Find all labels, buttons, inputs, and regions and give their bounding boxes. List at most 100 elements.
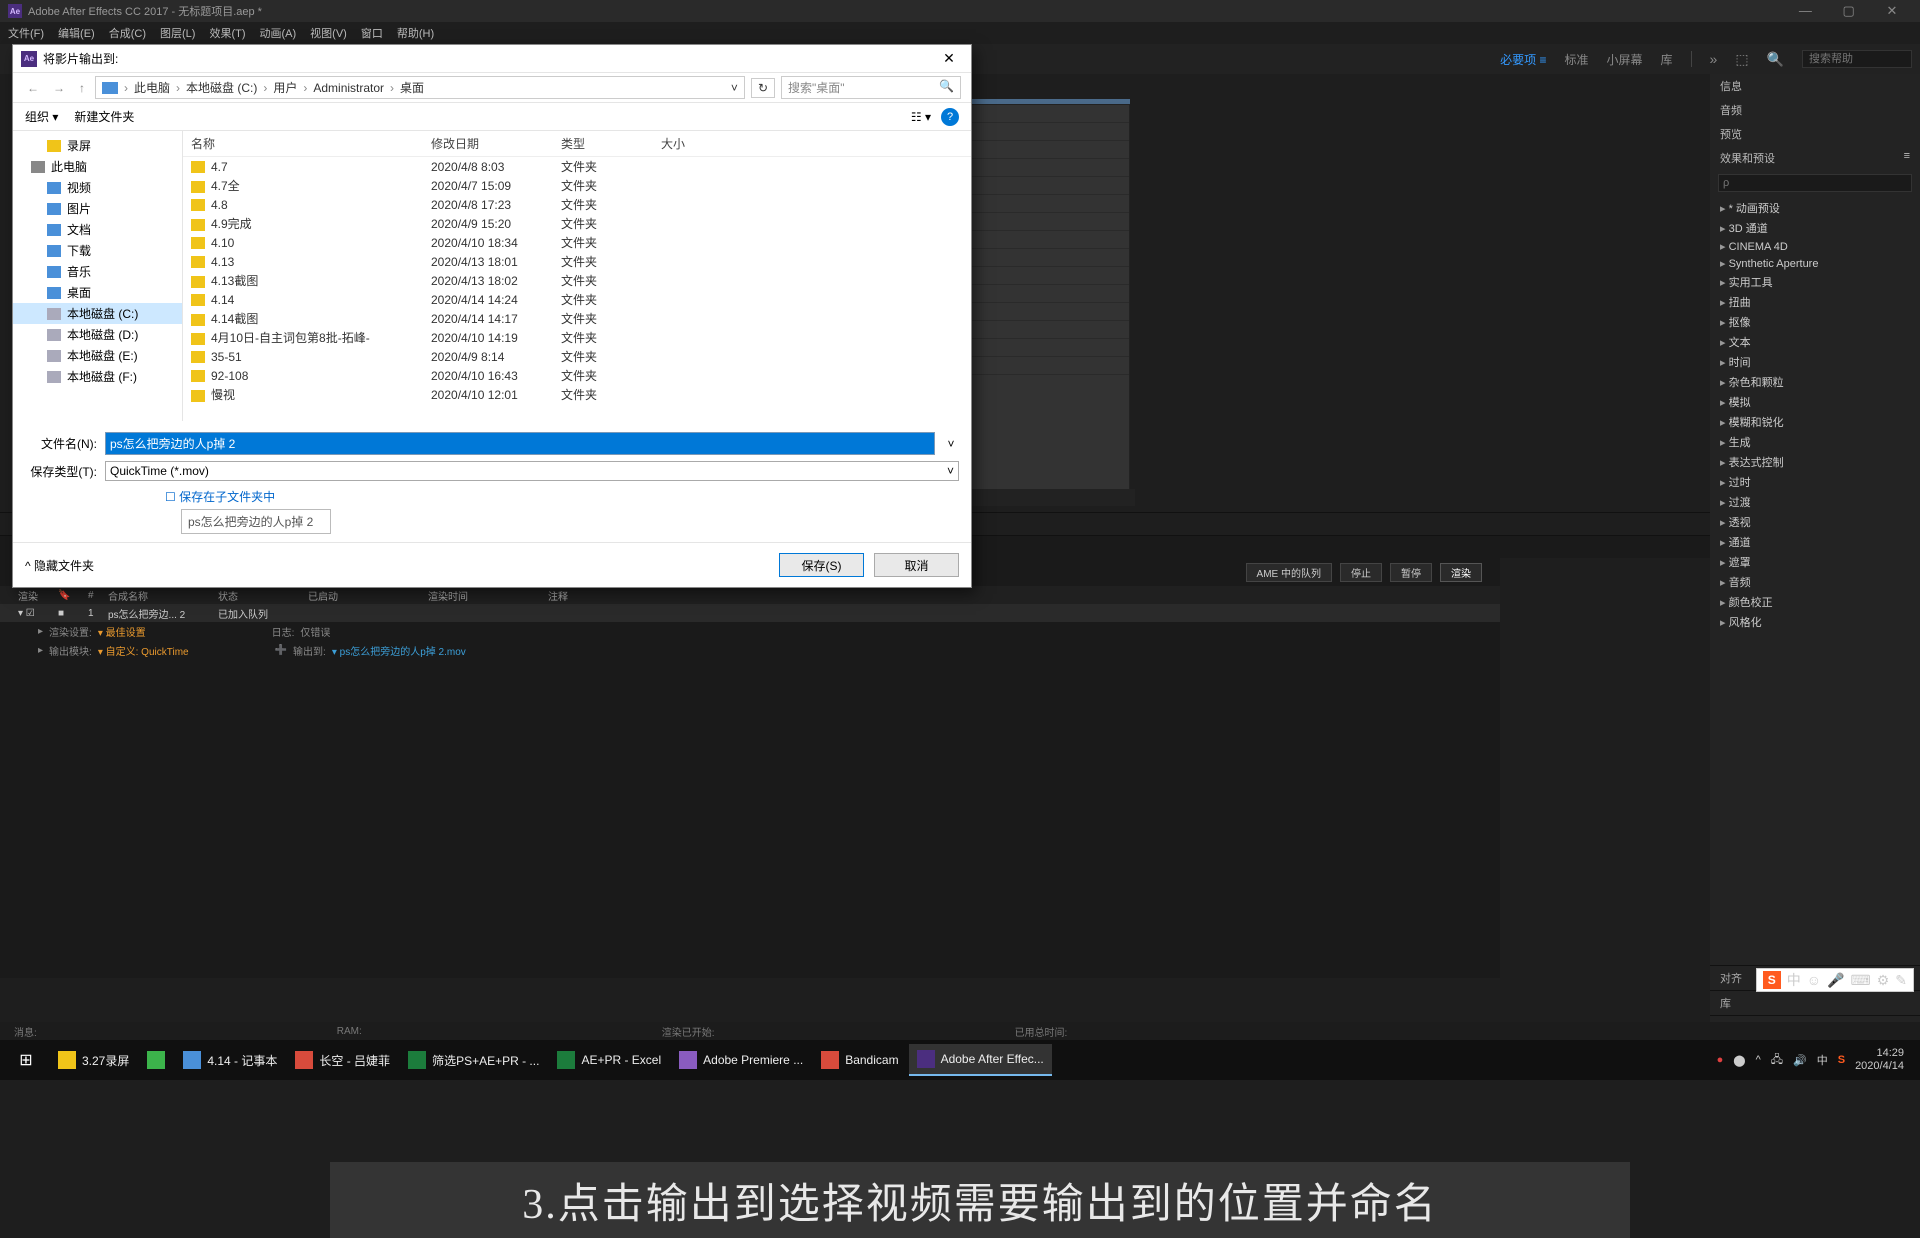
col-size[interactable]: 大小 [653,131,971,157]
workspace-library[interactable]: 库 [1661,51,1673,68]
workspace-standard[interactable]: 标准 [1564,51,1588,68]
ime-logo-icon[interactable]: S [1763,971,1781,989]
menu-composition[interactable]: 合成(C) [109,25,146,41]
maximize-button[interactable]: ▢ [1829,1,1869,21]
tray-vol-icon[interactable]: 🔊 [1793,1054,1807,1067]
sidebar-item[interactable]: 本地磁盘 (D:) [13,324,182,345]
sidebar-item[interactable]: 图片 [13,198,182,219]
col-comp[interactable]: 合成名称 [108,588,218,603]
file-row[interactable]: 4.132020/4/13 18:01文件夹 [183,252,971,271]
taskbar-item[interactable]: Bandicam [813,1044,906,1076]
clock[interactable]: 14:29 2020/4/14 [1855,1047,1904,1073]
ime-lang[interactable]: 中 [1787,970,1801,990]
sidebar-item[interactable]: 桌面 [13,282,182,303]
panel-audio[interactable]: 音频 [1710,98,1920,122]
sidebar-item[interactable]: 本地磁盘 (E:) [13,345,182,366]
taskbar-item[interactable]: 筛选PS+AE+PR - ... [400,1044,547,1076]
taskbar-item[interactable]: AE+PR - Excel [549,1044,669,1076]
menu-file[interactable]: 文件(F) [8,25,44,41]
dialog-sidebar[interactable]: 录屏此电脑视频图片文档下载音乐桌面本地磁盘 (C:)本地磁盘 (D:)本地磁盘 … [13,131,183,421]
dialog-file-list[interactable]: 名称 修改日期 类型 大小 4.72020/4/8 8:03文件夹4.7全202… [183,131,971,421]
nav-forward-button[interactable]: → [49,81,69,95]
file-row[interactable]: 慢视2020/4/10 12:01文件夹 [183,385,971,404]
taskbar-item[interactable] [139,1044,173,1076]
fx-category[interactable]: Synthetic Aperture [1716,255,1914,272]
col-name[interactable]: 名称 [183,131,423,157]
taskbar-item[interactable]: 4.14 - 记事本 [175,1044,285,1076]
fx-category[interactable]: 杂色和颗粒 [1716,372,1914,392]
tray-icon[interactable]: ⬤ [1733,1054,1745,1067]
fx-category[interactable]: 风格化 [1716,612,1914,632]
pause-button[interactable]: 暂停 [1390,563,1432,582]
col-date[interactable]: 修改日期 [423,131,553,157]
save-button[interactable]: 保存(S) [779,553,864,577]
breadcrumb[interactable]: ›此电脑 ›本地磁盘 (C:) ›用户 ›Administrator ›桌面 ˅ [95,76,745,99]
start-button[interactable]: ⊞ [6,1040,46,1080]
col-num[interactable]: # [88,590,108,601]
ame-queue-button[interactable]: AME 中的队列 [1246,563,1332,582]
fx-category[interactable]: 通道 [1716,532,1914,552]
workspace-menu-icon[interactable]: » [1710,51,1718,67]
nav-up-button[interactable]: ↑ [75,81,89,95]
fx-category[interactable]: 实用工具 [1716,272,1914,292]
fx-category[interactable]: 时间 [1716,352,1914,372]
tray-record-icon[interactable]: ● [1717,1054,1724,1066]
workspace-small[interactable]: 小屏幕 [1607,51,1643,68]
file-row[interactable]: 4.14截图2020/4/14 14:17文件夹 [183,309,971,328]
file-row[interactable]: 4.72020/4/8 8:03文件夹 [183,157,971,177]
taskbar-item[interactable]: Adobe Premiere ... [671,1044,811,1076]
tray-lang[interactable]: 中 [1817,1052,1828,1068]
ime-toolbar[interactable]: S 中 ☺ 🎤 ⌨ ⚙ ✎ [1756,968,1914,992]
dialog-close-button[interactable]: ✕ [935,50,963,67]
ime-keyboard-icon[interactable]: ⌨ [1850,972,1870,989]
panel-effects-presets[interactable]: 效果和预设≡ [1710,146,1920,170]
menu-view[interactable]: 视图(V) [310,25,347,41]
dialog-search-input[interactable]: 搜索"桌面"🔍 [781,76,961,99]
nav-back-button[interactable]: ← [23,81,43,95]
fx-category[interactable]: 模拟 [1716,392,1914,412]
fx-category[interactable]: 生成 [1716,432,1914,452]
taskbar-item[interactable]: 长空 - 吕婕菲 [287,1044,398,1076]
workspace-essentials[interactable]: 必要项 ≡ [1500,51,1546,68]
minimize-button[interactable]: — [1785,1,1825,21]
system-tray[interactable]: ● ⬤ ^ 🖧 🔊 中 S 14:29 2020/4/14 [1717,1047,1914,1073]
subfolder-name-input[interactable]: ps怎么把旁边的人p掉 2 [181,509,331,534]
fx-category[interactable]: * 动画预设 [1716,198,1914,218]
col-started[interactable]: 已启动 [308,588,428,603]
help-search-input[interactable] [1802,50,1912,68]
new-folder-button[interactable]: 新建文件夹 [74,108,134,125]
sidebar-item[interactable]: 视频 [13,177,182,198]
sidebar-item[interactable]: 文档 [13,219,182,240]
fx-category[interactable]: 3D 通道 [1716,218,1914,238]
file-row[interactable]: 4.142020/4/14 14:24文件夹 [183,290,971,309]
col-status[interactable]: 状态 [218,588,308,603]
tray-ime-icon[interactable]: S [1838,1054,1845,1066]
ime-settings-icon[interactable]: ⚙ [1877,972,1890,989]
output-module-link[interactable]: ▾ 自定义: QuickTime [98,643,189,658]
ime-mic-icon[interactable]: 🎤 [1827,972,1844,989]
panel-reset-icon[interactable]: ⬚ [1735,51,1748,68]
menu-layer[interactable]: 图层(L) [160,25,195,41]
panel-library[interactable]: 库 [1710,990,1920,1015]
sidebar-item[interactable]: 此电脑 [13,156,182,177]
close-button[interactable]: ✕ [1872,1,1912,21]
col-time[interactable]: 渲染时间 [428,588,548,603]
fx-category[interactable]: CINEMA 4D [1716,238,1914,255]
file-row[interactable]: 92-1082020/4/10 16:43文件夹 [183,366,971,385]
log-dropdown[interactable]: 仅错误 [300,624,330,639]
menu-window[interactable]: 窗口 [361,25,383,41]
fx-category[interactable]: 透视 [1716,512,1914,532]
menu-edit[interactable]: 编辑(E) [58,25,95,41]
hide-folders-toggle[interactable]: ^ 隐藏文件夹 [25,557,94,574]
ime-skin-icon[interactable]: ✎ [1895,972,1907,989]
sidebar-item[interactable]: 下载 [13,240,182,261]
fx-category[interactable]: 遮罩 [1716,552,1914,572]
fx-category[interactable]: 扭曲 [1716,292,1914,312]
menu-help[interactable]: 帮助(H) [397,25,434,41]
filetype-dropdown[interactable]: QuickTime (*.mov)˅ [105,461,959,481]
render-button[interactable]: 渲染 [1440,563,1482,582]
sidebar-item[interactable]: 录屏 [13,135,182,156]
fx-category[interactable]: 过渡 [1716,492,1914,512]
fx-category[interactable]: 音频 [1716,572,1914,592]
tray-net-icon[interactable]: 🖧 [1771,1051,1783,1070]
